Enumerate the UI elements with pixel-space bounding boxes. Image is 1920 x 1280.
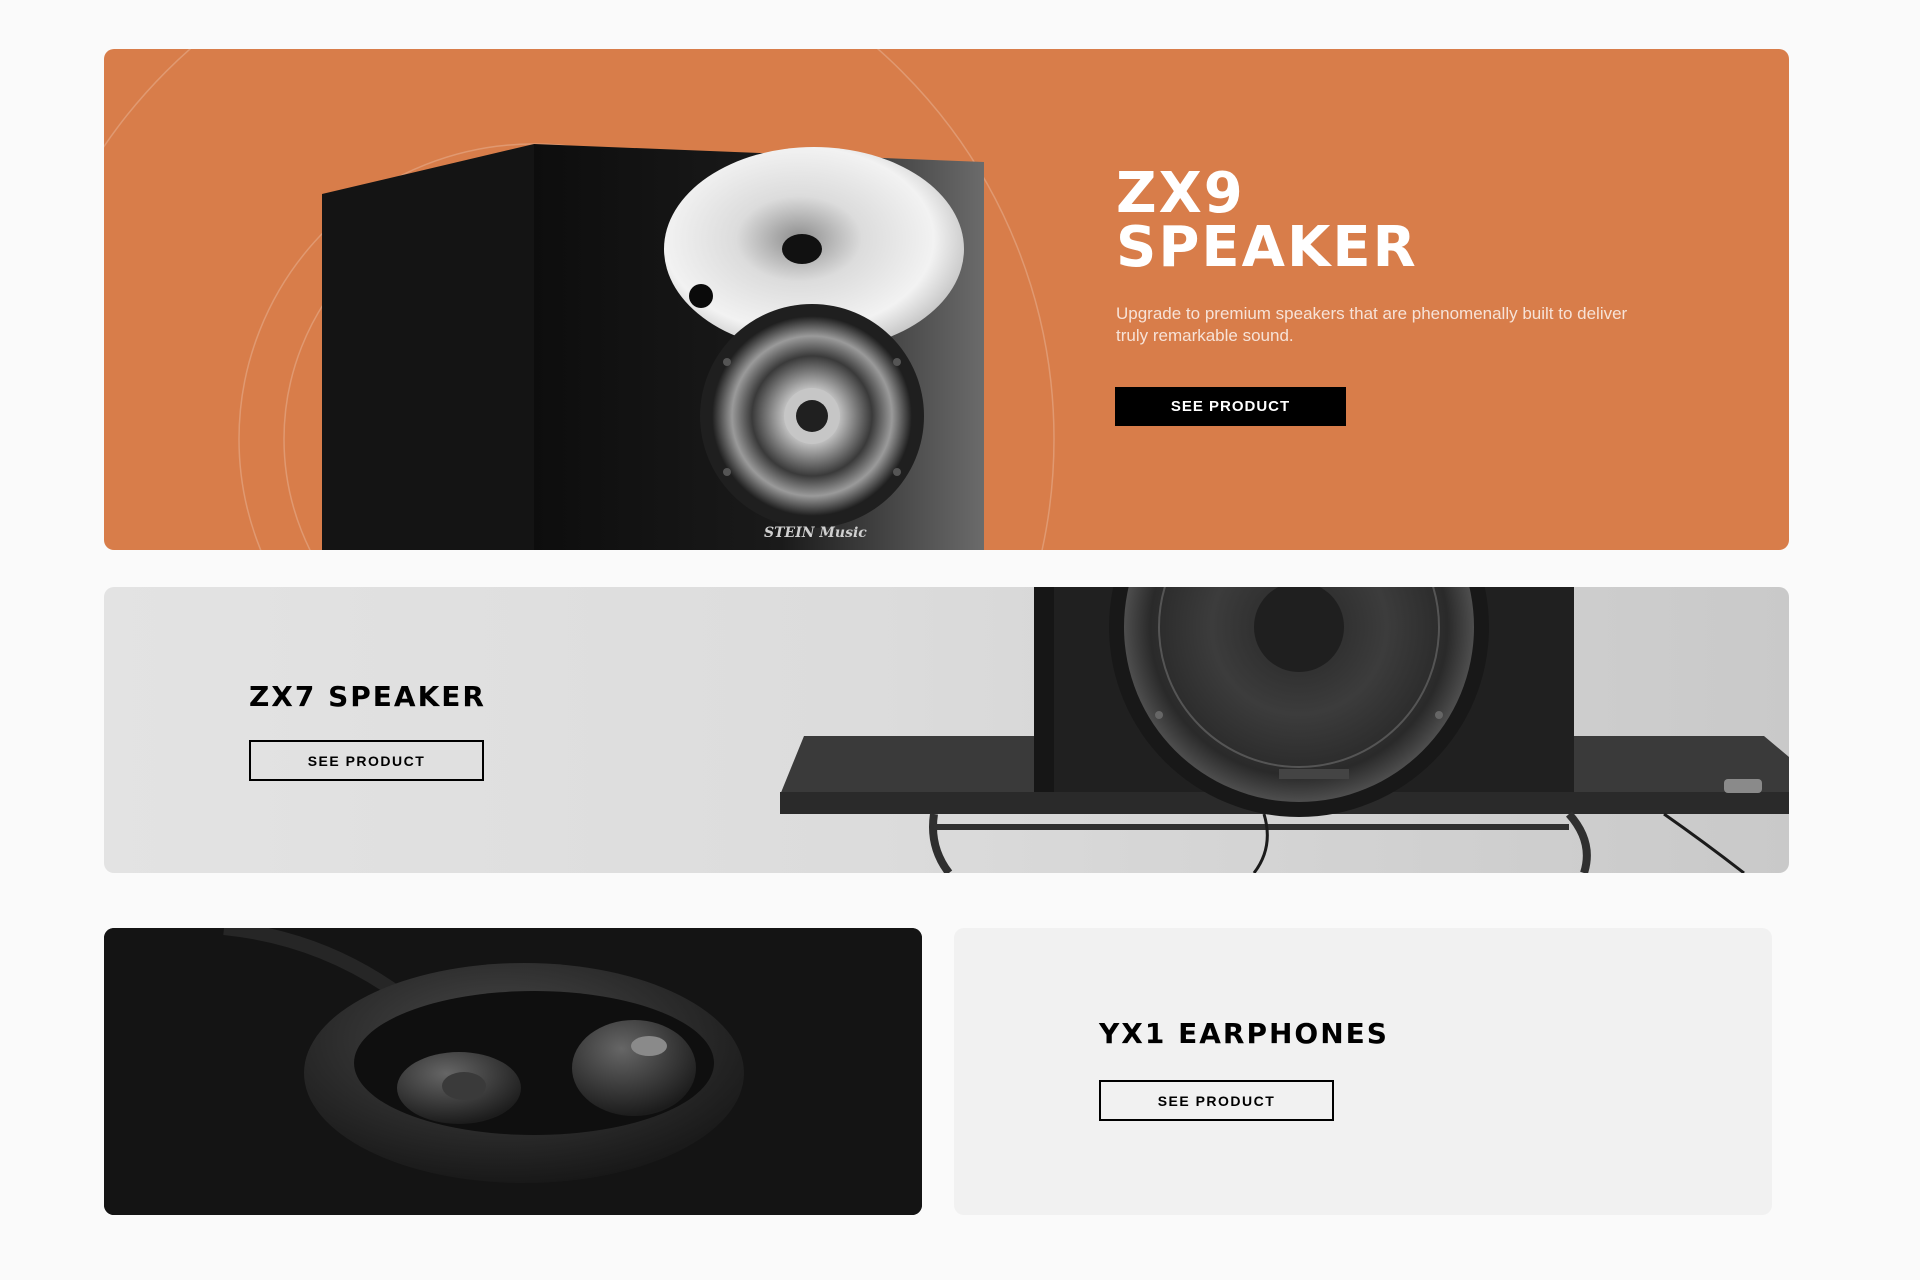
zx7-title: ZX7 SPEAKER xyxy=(249,680,486,713)
zx9-see-product-button[interactable]: SEE PRODUCT xyxy=(1115,387,1346,426)
yx1-earphones-card: YX1 EARPHONES SEE PRODUCT xyxy=(954,928,1772,1215)
yx1-see-product-button[interactable]: SEE PRODUCT xyxy=(1099,1080,1334,1121)
yx1-earphones-image xyxy=(104,928,922,1215)
zx9-title: ZX9 SPEAKER xyxy=(1116,161,1418,280)
yx1-title: YX1 EARPHONES xyxy=(1099,1017,1389,1050)
zx7-speaker-card: ZX7 SPEAKER SEE PRODUCT xyxy=(104,587,1789,873)
zx9-speaker-image: STEIN Music xyxy=(322,144,984,550)
zx7-see-product-button[interactable]: SEE PRODUCT xyxy=(249,740,484,781)
zx7-speaker-image xyxy=(780,587,1789,873)
zx9-description: Upgrade to premium speakers that are phe… xyxy=(1116,304,1628,345)
zx9-speaker-card: STEIN Music ZX9 SPEAKER Upgrade to premi… xyxy=(104,49,1789,550)
speaker-brand-label: STEIN Music xyxy=(764,525,867,541)
